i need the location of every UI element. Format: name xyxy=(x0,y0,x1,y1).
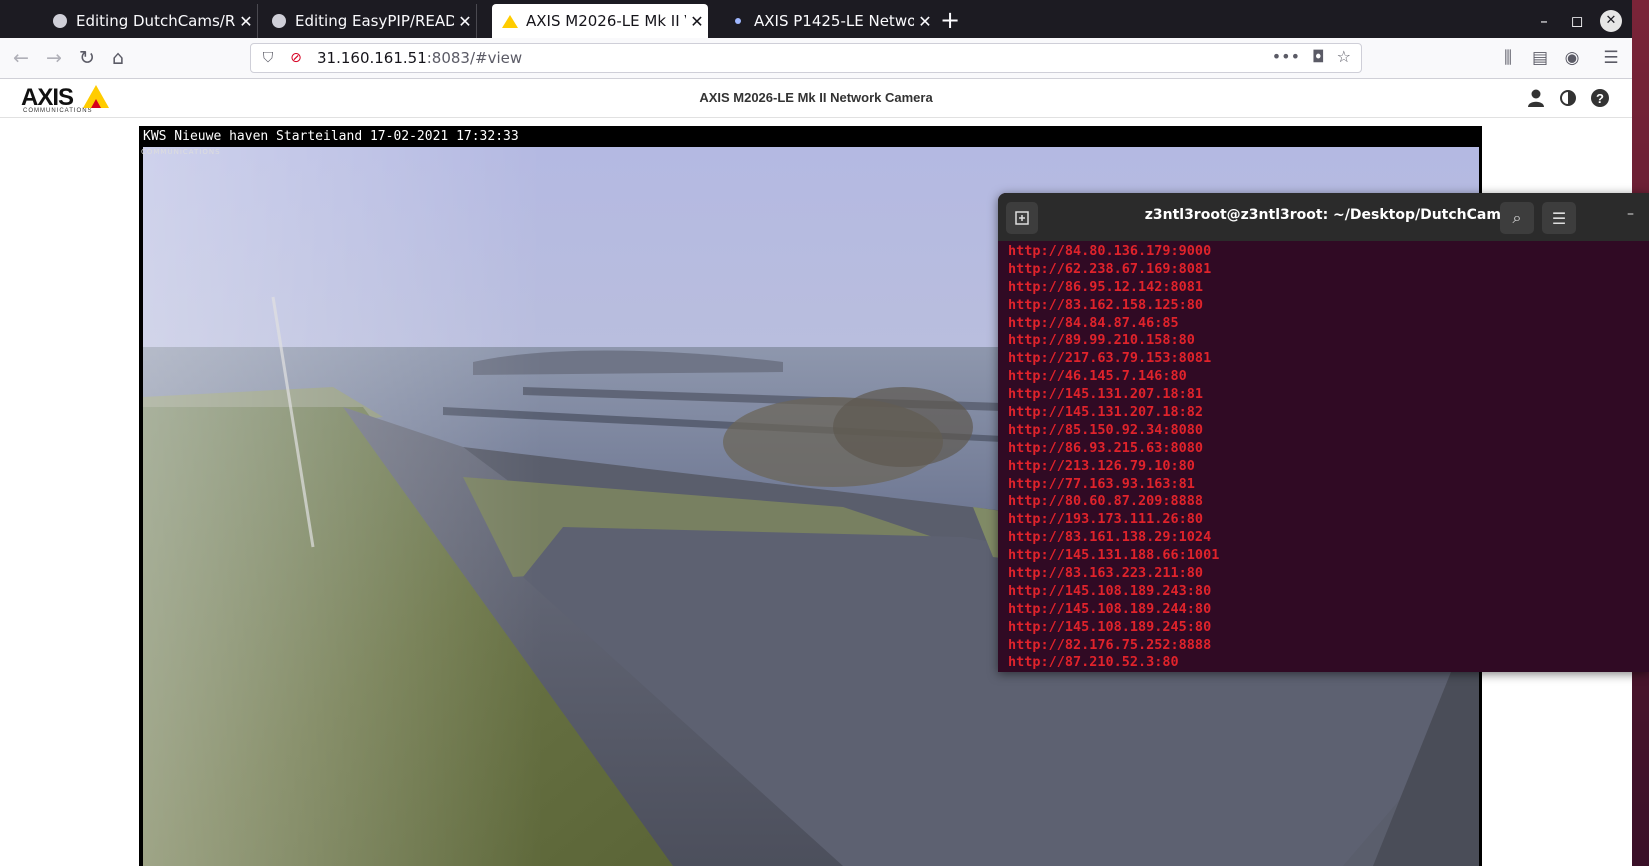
new-tab-button[interactable]: + xyxy=(937,8,963,34)
menu-icon[interactable]: ☰ xyxy=(1600,46,1622,70)
url-host: 31.160.161.51 xyxy=(317,49,427,67)
tab-label: Editing EasyPIP/README xyxy=(295,12,454,30)
account-icon[interactable]: ◉ xyxy=(1561,46,1583,70)
terminal-line: http://82.176.75.252:8888 xyxy=(1008,636,1212,653)
tab-dutchcams-readme[interactable]: Editing DutchCams/README ✕ xyxy=(42,4,258,38)
close-window-button[interactable]: ✕ xyxy=(1600,10,1622,32)
contrast-icon[interactable] xyxy=(1558,88,1578,108)
terminal-line: http://145.108.189.243:80 xyxy=(1008,582,1212,599)
dot-icon xyxy=(730,13,746,29)
terminal-line: http://83.162.158.125:80 xyxy=(1008,296,1204,313)
url-actions: ••• ◘ ☆ xyxy=(1272,47,1351,66)
tab-label: AXIS P1425-LE Network Camera xyxy=(754,12,914,30)
help-icon[interactable]: ? xyxy=(1590,88,1610,108)
pocket-icon[interactable]: ◘ xyxy=(1312,47,1325,66)
terminal-line: http://62.238.67.169:8081 xyxy=(1008,260,1212,277)
tab-label: Editing DutchCams/README xyxy=(76,12,235,30)
tab-easypip-readme[interactable]: Editing EasyPIP/README ✕ xyxy=(261,4,477,38)
forward-arrow-icon[interactable]: → xyxy=(42,46,66,70)
library-icon[interactable]: ⫼ xyxy=(1497,46,1519,70)
terminal-line: http://145.131.207.18:81 xyxy=(1008,386,1204,403)
tab-axis-m2026-view[interactable]: AXIS M2026-LE Mk II View ✕ xyxy=(492,4,708,38)
shield-icon[interactable]: ⛉ xyxy=(257,50,279,66)
terminal-line: http://77.163.93.163:81 xyxy=(1008,475,1195,492)
terminal-line: http://86.93.215.63:8080 xyxy=(1008,439,1204,456)
terminal-line: http://83.163.223.211:80 xyxy=(1008,565,1204,582)
home-icon[interactable]: ⌂ xyxy=(106,46,130,70)
terminal-line: http://193.173.111.26:80 xyxy=(1008,511,1204,528)
terminal-line: http://145.108.189.245:80 xyxy=(1008,618,1212,635)
close-tab-icon[interactable]: ✕ xyxy=(914,12,936,31)
terminal-line: http://86.95.12.142:8081 xyxy=(1008,278,1204,295)
terminal-line: http://84.80.136.179:9000 xyxy=(1008,243,1212,259)
close-tab-icon[interactable]: ✕ xyxy=(686,12,708,31)
svg-text:?: ? xyxy=(1596,91,1604,106)
reload-icon[interactable]: ↻ xyxy=(75,46,99,70)
terminal-line: http://145.131.188.66:1001 xyxy=(1008,547,1220,564)
hamburger-menu-icon[interactable]: ☰ xyxy=(1542,202,1576,234)
camera-watermark: COMMUNICATIONS xyxy=(141,148,221,156)
tab-bar: Editing DutchCams/README ✕ Editing EasyP… xyxy=(0,0,1632,38)
terminal-line: http://46.145.7.146:80 xyxy=(1008,368,1187,385)
github-icon xyxy=(271,13,287,29)
terminal-line: http://217.63.79.153:8081 xyxy=(1008,350,1212,367)
search-icon[interactable]: ⌕ xyxy=(1500,202,1534,234)
maximize-button[interactable]: ◻ xyxy=(1566,10,1588,32)
terminal-line: http://145.131.207.18:82 xyxy=(1008,404,1204,421)
terminal-line: http://145.108.189.244:80 xyxy=(1008,600,1212,617)
page-actions-icon[interactable]: ••• xyxy=(1272,47,1300,66)
url-text[interactable]: 31.160.161.51:8083/#view xyxy=(317,49,522,67)
terminal-output[interactable]: http://84.80.136.179:9000 http://62.238.… xyxy=(1008,243,1638,672)
terminal-line: http://80.60.87.209:8888 xyxy=(1008,493,1204,510)
bookmark-star-icon[interactable]: ☆ xyxy=(1337,47,1351,66)
terminal-line: http://85.150.92.34:8080 xyxy=(1008,421,1204,438)
sidebar-icon[interactable]: ▤ xyxy=(1529,46,1551,70)
insecure-lock-icon[interactable]: ⊘ xyxy=(285,50,307,66)
page-title: AXIS M2026-LE Mk II Network Camera xyxy=(699,90,933,105)
terminal-line: http://89.99.210.158:80 xyxy=(1008,332,1195,349)
terminal-line: http://84.84.87.46:85 xyxy=(1008,314,1179,331)
tab-label: AXIS M2026-LE Mk II View xyxy=(526,12,686,30)
terminal-window[interactable]: z3ntl3root@z3ntl3root: ~/Desktop/DutchCa… xyxy=(998,193,1649,672)
video-text-overlay: KWS Nieuwe haven Starteiland 17-02-2021 … xyxy=(139,126,1482,147)
github-icon xyxy=(52,13,68,29)
terminal-line: http://87.210.52.3:80 xyxy=(1008,654,1179,671)
camera-page-header: AXIS COMMUNICATIONS AXIS M2026-LE Mk II … xyxy=(0,79,1632,118)
axis-icon xyxy=(502,13,518,29)
minimize-icon[interactable]: – xyxy=(1627,206,1634,222)
terminal-header: z3ntl3root@z3ntl3root: ~/Desktop/DutchCa… xyxy=(998,193,1649,241)
back-arrow-icon[interactable]: ← xyxy=(9,46,33,70)
url-bar[interactable]: ⛉ ⊘ 31.160.161.51:8083/#view ••• ◘ ☆ xyxy=(250,43,1362,73)
url-path: :8083/#view xyxy=(426,49,523,67)
terminal-line: http://83.161.138.29:1024 xyxy=(1008,529,1212,546)
terminal-line: http://213.126.79.10:80 xyxy=(1008,457,1195,474)
navigation-bar: ← → ↻ ⌂ ⛉ ⊘ 31.160.161.51:8083/#view •••… xyxy=(0,38,1632,79)
user-icon[interactable] xyxy=(1526,88,1546,108)
close-tab-icon[interactable]: ✕ xyxy=(235,12,257,31)
tab-axis-p1425[interactable]: AXIS P1425-LE Network Camera ✕ xyxy=(720,4,936,38)
minimize-button[interactable]: – xyxy=(1533,10,1555,32)
close-tab-icon[interactable]: ✕ xyxy=(454,12,476,31)
